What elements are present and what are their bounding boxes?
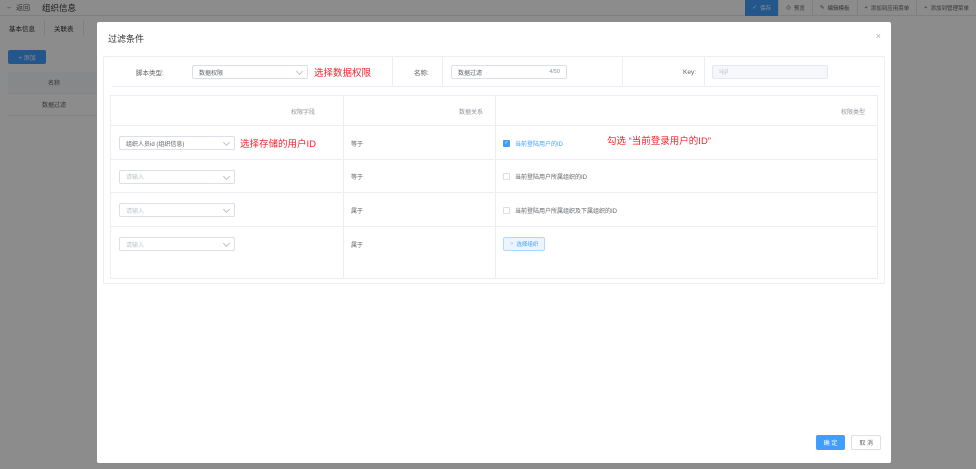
search-icon: ○ — [510, 241, 514, 247]
table-row: 请输入 属于 ○ 选择组织 — [111, 227, 877, 261]
checkbox-icon — [503, 173, 510, 180]
divider — [704, 57, 705, 87]
permission-type-checkbox[interactable]: 当前登陆用户所属组织的ID — [503, 160, 587, 193]
confirm-button[interactable]: 确 定 — [815, 435, 846, 450]
field-select[interactable]: 请输入 — [119, 203, 235, 217]
chevron-down-icon — [222, 172, 231, 180]
select-org-cell: ○ 选择组织 — [503, 227, 546, 261]
filter-dialog: 过滤条件 × 脚本类型: 数据权限 选择数据权限 名称: 数据过滤 4/50 K… — [97, 22, 891, 463]
field-cell: 请输入 — [119, 193, 235, 227]
script-type-select[interactable]: 数据权限 — [192, 65, 308, 79]
divider — [392, 57, 393, 87]
name-input[interactable]: 数据过滤 4/50 — [451, 65, 567, 79]
field-annotation: 选择存储的用户ID — [240, 139, 317, 150]
relation-cell: 属于 — [351, 208, 364, 215]
cancel-button[interactable]: 取 消 — [851, 435, 881, 450]
table-row: 组织人员id (组织信息) 选择存储的用户ID 等于 ✓ 当前登陆用户的ID 勾… — [111, 126, 877, 160]
divider — [622, 57, 623, 87]
close-icon[interactable]: × — [876, 32, 881, 41]
type-annotation: 勾选 “当前登录用户的ID” — [607, 136, 711, 147]
checkbox-icon — [503, 206, 510, 214]
form-row: 脚本类型: 数据权限 选择数据权限 名称: 数据过滤 4/50 Key: sjg… — [112, 57, 880, 87]
select-organization-button[interactable]: ○ 选择组织 — [503, 237, 546, 251]
column-header-relation: 数据关系 — [459, 109, 484, 116]
dialog-footer: 确 定 取 消 — [815, 435, 881, 450]
name-char-count: 4/50 — [549, 69, 560, 75]
key-cell: sjgl — [712, 57, 828, 87]
divider — [442, 57, 443, 87]
permission-type-checkbox[interactable]: 当前登陆用户所属组织及下属组织的ID — [503, 193, 617, 227]
script-type-cell: 数据权限 — [192, 57, 308, 87]
script-type-label: 脚本类型: — [136, 70, 164, 77]
chevron-down-icon — [295, 67, 304, 76]
column-header-type: 权限类型 — [841, 109, 866, 116]
table-row: 请输入 等于 当前登陆用户所属组织的ID — [111, 160, 877, 193]
field-cell: 请输入 — [119, 160, 235, 193]
relation-cell: 属于 — [351, 242, 364, 249]
key-label: Key: — [683, 68, 697, 76]
field-select[interactable]: 组织人员id (组织信息) — [119, 136, 235, 150]
field-select[interactable]: 请输入 — [119, 169, 235, 184]
script-type-annotation: 选择数据权限 — [314, 68, 372, 79]
field-cell: 请输入 — [119, 227, 235, 261]
name-label: 名称: — [414, 70, 429, 77]
name-cell: 数据过滤 4/50 — [451, 57, 567, 87]
table-row: 请输入 属于 当前登陆用户所属组织及下属组织的ID — [111, 193, 877, 227]
relation-cell: 等于 — [351, 141, 364, 148]
check-icon: ✓ — [503, 139, 510, 147]
permission-type-checkbox[interactable]: ✓ 当前登陆用户的ID — [503, 126, 563, 160]
dialog-content-box: 脚本类型: 数据权限 选择数据权限 名称: 数据过滤 4/50 Key: sjg… — [103, 56, 885, 284]
chevron-down-icon — [222, 239, 231, 248]
field-select[interactable]: 请输入 — [119, 237, 235, 251]
key-input[interactable]: sjgl — [712, 65, 828, 79]
permission-table: 权限字段 数据关系 权限类型 组织人员id (组织信息) 选择存储的用户ID 等… — [110, 95, 878, 279]
chevron-down-icon — [222, 138, 231, 147]
table-header-row: 权限字段 数据关系 权限类型 — [111, 96, 877, 126]
relation-cell: 等于 — [351, 175, 364, 181]
field-cell: 组织人员id (组织信息) — [119, 126, 235, 160]
column-header-field: 权限字段 — [291, 109, 316, 116]
dialog-title: 过滤条件 — [108, 34, 145, 44]
chevron-down-icon — [222, 205, 231, 214]
